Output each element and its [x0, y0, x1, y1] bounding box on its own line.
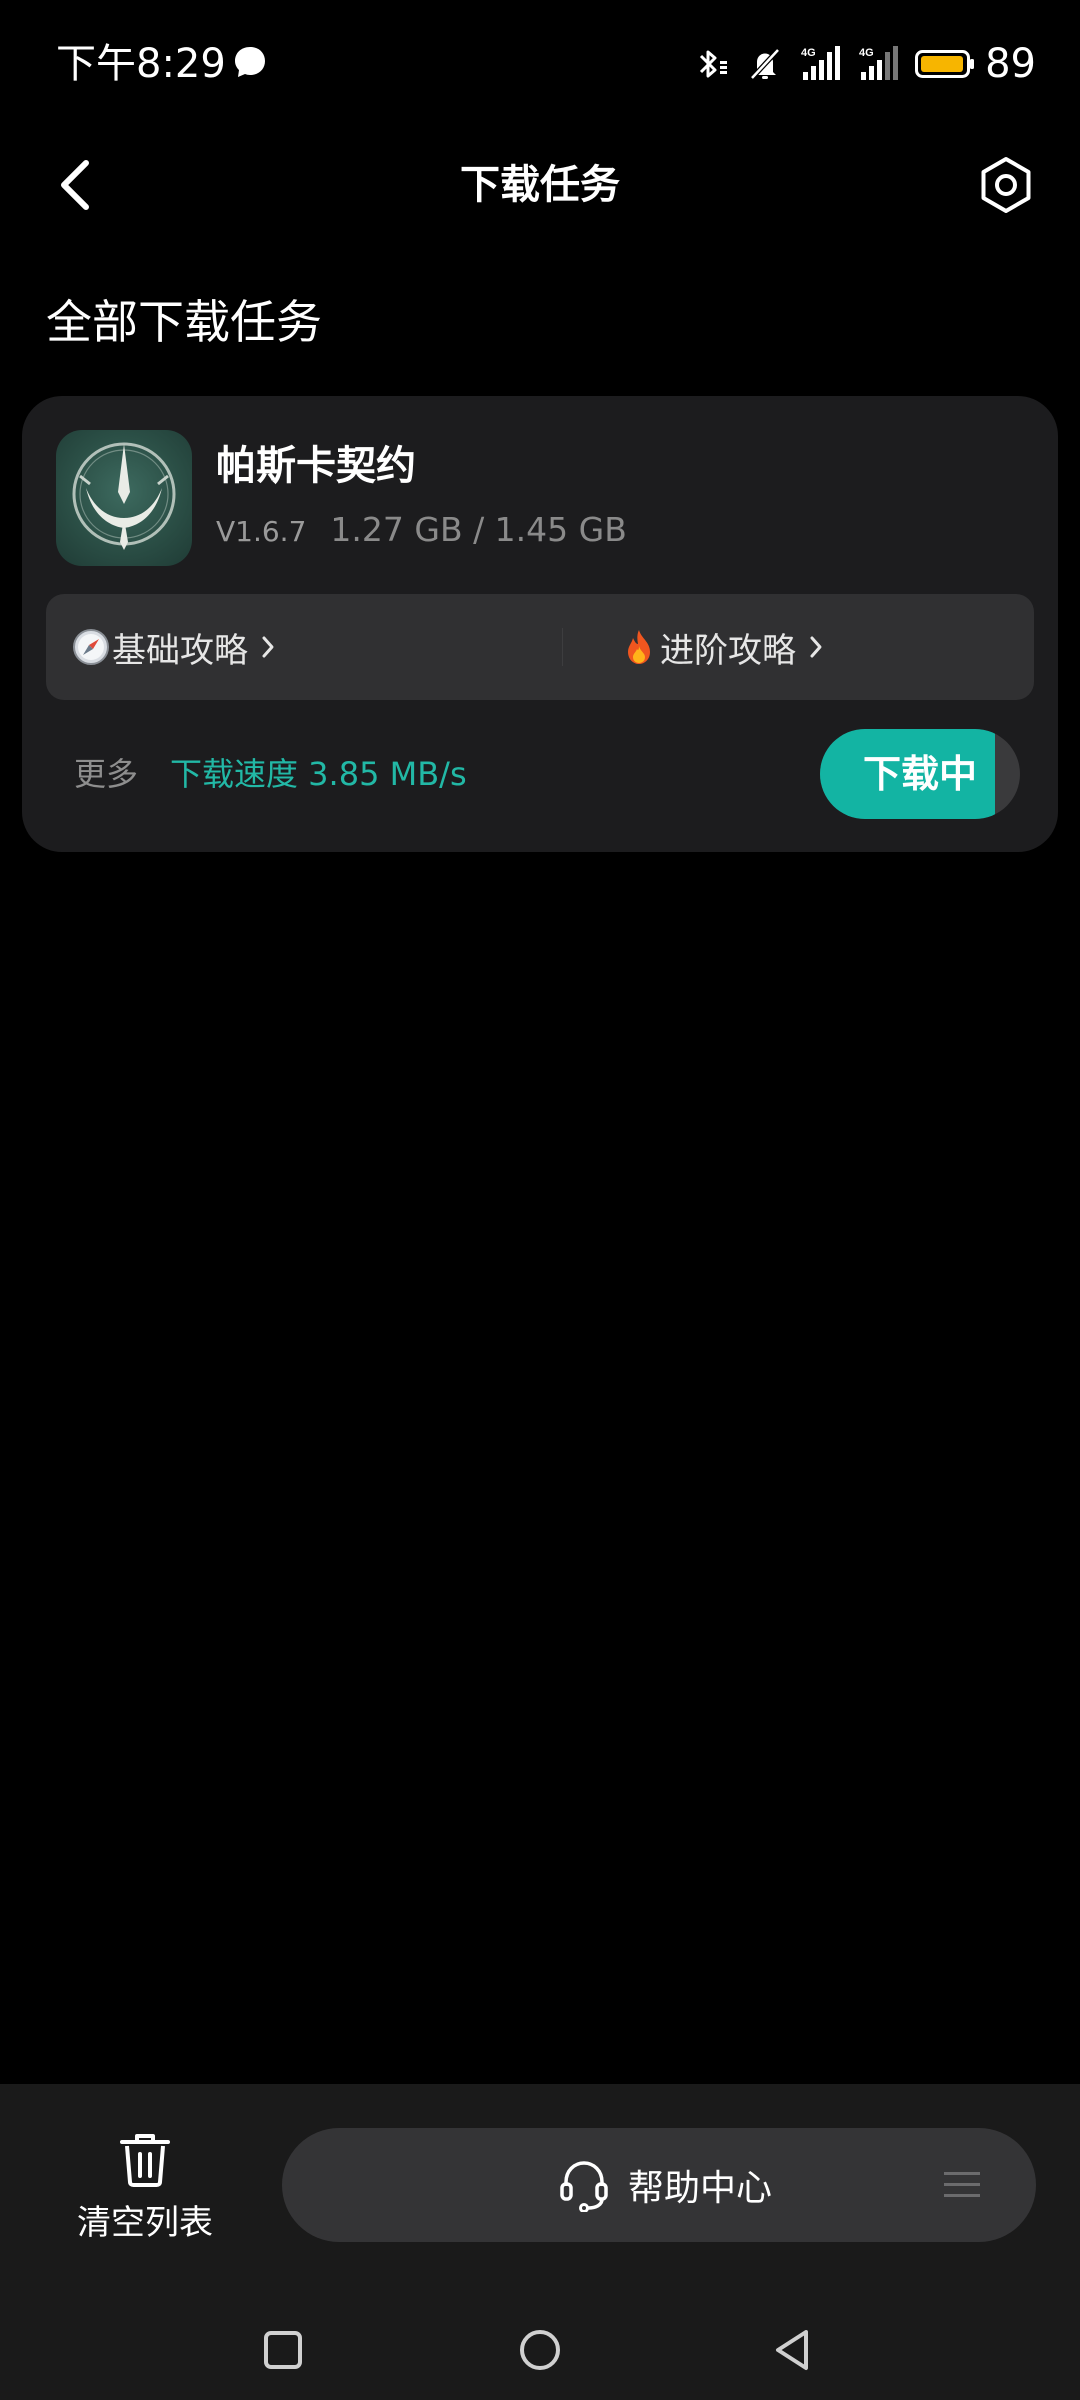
signal-4g-icon: 4G — [859, 46, 899, 80]
section-title: 全部下载任务 — [46, 295, 322, 349]
app-meta: V1.6.7 1.27 GB / 1.45 GB — [216, 510, 627, 558]
basic-guide-link[interactable]: 基础攻略 — [72, 594, 276, 700]
status-icons: 4G 4G 89 — [677, 36, 1036, 92]
guide-divider — [562, 628, 563, 666]
trash-icon — [120, 2134, 170, 2187]
chat-bubble-icon — [235, 47, 265, 77]
download-speed: 下载速度 3.85 MB/s — [170, 755, 467, 793]
back-button[interactable] — [44, 153, 108, 217]
system-nav-bar — [0, 2300, 1080, 2400]
chevron-left-icon — [61, 160, 89, 210]
fire-icon — [628, 630, 650, 664]
downloading-label: 下载中 — [862, 752, 977, 796]
download-task-card: 帕斯卡契约 V1.6.7 1.27 GB / 1.45 GB 基础攻略 进阶攻略 — [22, 396, 1058, 852]
chevron-right-icon — [810, 636, 822, 658]
download-size: 1.27 GB / 1.45 GB — [330, 510, 627, 549]
menu-lines-icon[interactable] — [944, 2167, 980, 2203]
home-button[interactable] — [510, 2320, 570, 2380]
square-icon — [264, 2331, 302, 2369]
triangle-back-icon — [776, 2330, 808, 2370]
guide-bar: 基础攻略 进阶攻略 — [46, 594, 1034, 700]
compass-icon — [73, 629, 109, 665]
nav-back-button[interactable] — [762, 2320, 822, 2380]
page-title: 下载任务 — [460, 162, 620, 208]
more-button[interactable]: 更多 — [74, 750, 138, 798]
settings-button[interactable] — [972, 151, 1040, 219]
advanced-guide-label: 进阶攻略 — [660, 630, 796, 671]
hexagon-settings-icon — [981, 157, 1031, 213]
status-time: 下午8:29 — [56, 41, 226, 87]
circle-icon — [520, 2330, 560, 2370]
basic-guide-label: 基础攻略 — [112, 630, 248, 671]
chevron-right-icon — [262, 636, 274, 658]
app-name: 帕斯卡契约 — [216, 443, 416, 489]
battery-level: 89 — [985, 41, 1036, 87]
battery-icon — [915, 50, 975, 78]
help-center-label: 帮助中心 — [628, 2168, 773, 2209]
clear-list-label: 清空列表 — [77, 2203, 213, 2243]
header: 下载任务 — [0, 135, 1080, 235]
help-center-content: 帮助中心 — [558, 2128, 772, 2242]
game-emblem-icon — [72, 442, 176, 550]
signal-4g-icon: 4G — [801, 46, 841, 80]
app-version: V1.6.7 — [216, 515, 307, 548]
advanced-guide-link[interactable]: 进阶攻略 — [620, 594, 824, 700]
svg-text:4G: 4G — [859, 47, 874, 59]
svg-text:4G: 4G — [801, 47, 816, 59]
status-bar: 下午8:29 4G 4G 89 — [0, 0, 1080, 125]
mute-bell-icon — [750, 48, 780, 80]
clear-list-button[interactable]: 清空列表 — [60, 2132, 230, 2252]
recent-apps-button[interactable] — [253, 2320, 313, 2380]
bluetooth-icon — [700, 50, 728, 78]
help-center-button[interactable]: 帮助中心 — [282, 2128, 1036, 2242]
app-icon[interactable] — [56, 430, 192, 566]
downloading-button[interactable]: 下载中 — [820, 729, 1020, 819]
headset-icon — [560, 2161, 608, 2212]
